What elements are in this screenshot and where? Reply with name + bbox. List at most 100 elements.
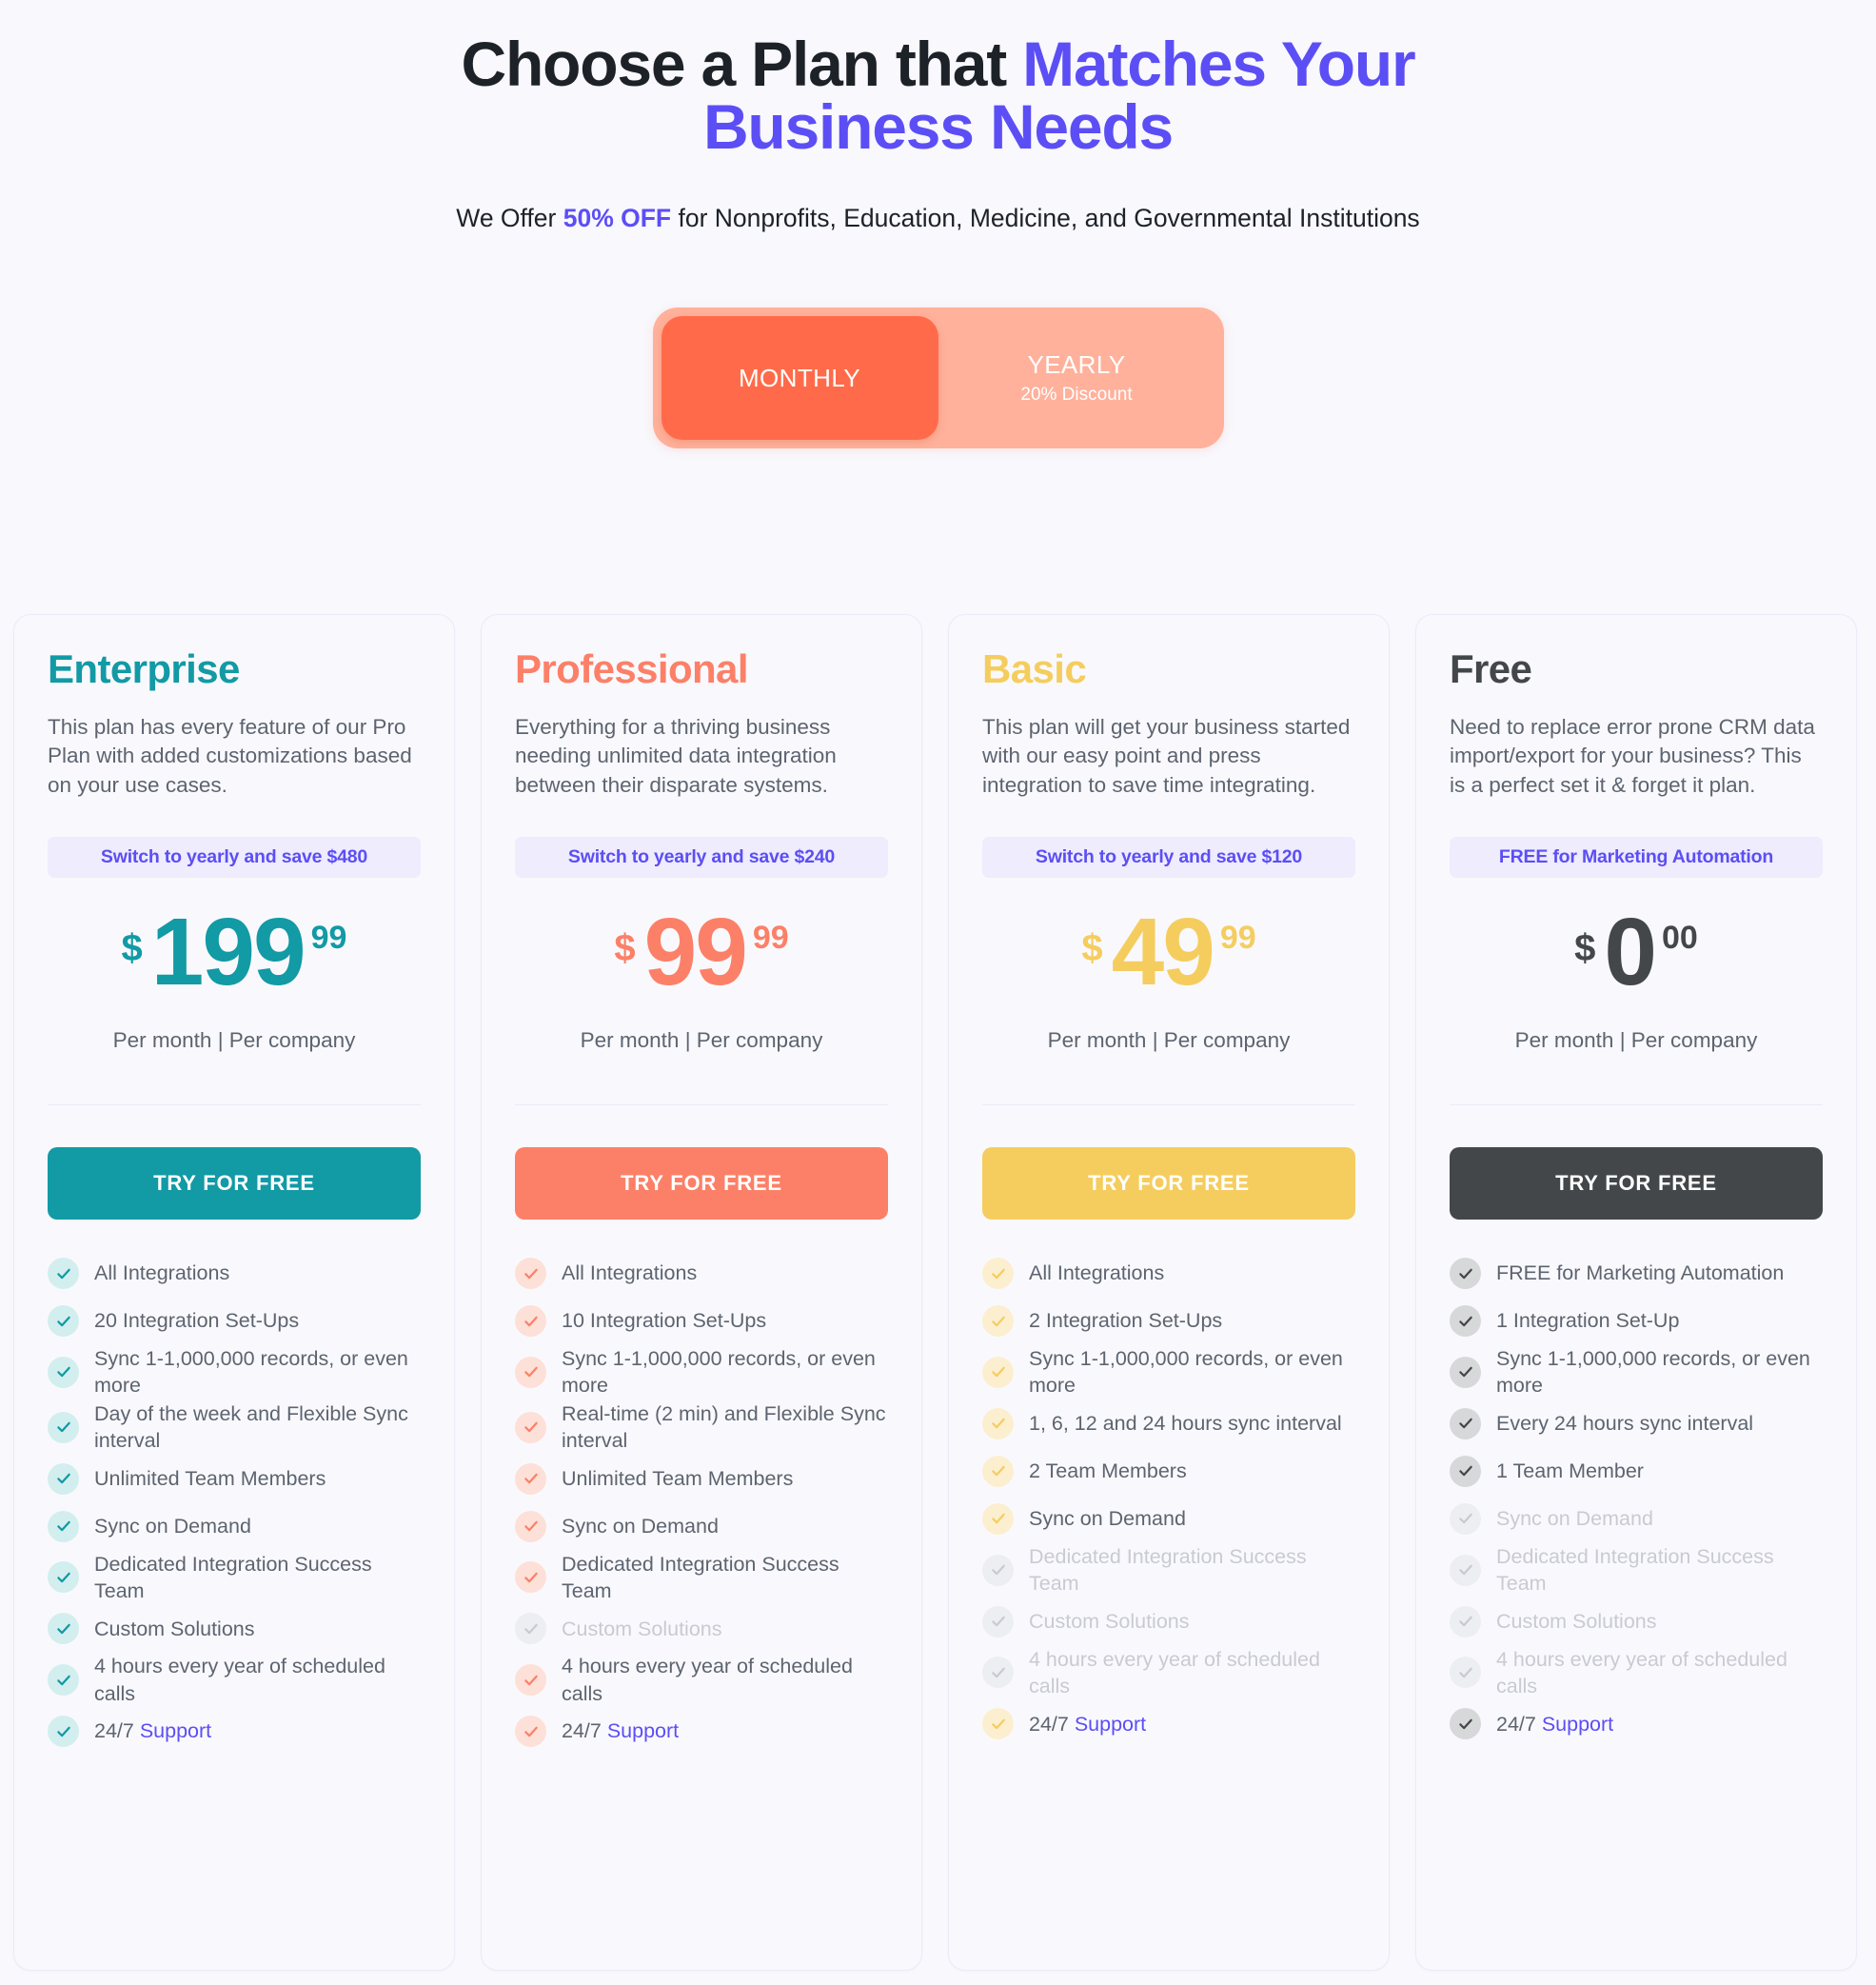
feature-item: Dedicated Integration Success Team: [48, 1551, 421, 1605]
feature-label: Sync 1-1,000,000 records, or even more: [1496, 1347, 1810, 1398]
support-link[interactable]: Support: [1075, 1713, 1146, 1736]
page-title-line-1: Choose a Plan that Matches Your: [0, 32, 1876, 95]
support-link[interactable]: Support: [1542, 1713, 1613, 1736]
feature-label: Sync on Demand: [1029, 1507, 1186, 1531]
pricing-card-grid: Enterprise This plan has every feature o…: [13, 614, 1866, 1971]
feature-text: 24/7 Support: [562, 1717, 679, 1744]
feature-item: Dedicated Integration Success Team: [1450, 1543, 1823, 1598]
feature-label: Sync 1-1,000,000 records, or even more: [1029, 1347, 1343, 1398]
check-icon: [515, 1613, 546, 1645]
billing-toggle-monthly-label: MONTHLY: [739, 363, 860, 392]
feature-item: Custom Solutions: [515, 1605, 888, 1652]
support-link[interactable]: Support: [607, 1719, 679, 1742]
check-icon: [982, 1258, 1014, 1289]
feature-list: FREE for Marketing Automation 1 Integrat…: [1450, 1250, 1823, 1777]
feature-text: 2 Integration Set-Ups: [1029, 1307, 1222, 1334]
feature-text: 4 hours every year of scheduled calls: [1029, 1646, 1355, 1700]
feature-item: 4 hours every year of scheduled calls: [515, 1653, 888, 1707]
feature-label: 24/7: [1496, 1712, 1542, 1736]
check-icon: [515, 1411, 546, 1443]
price-period-note: Per month | Per company: [1047, 1028, 1291, 1052]
feature-label: Unlimited Team Members: [94, 1466, 326, 1490]
billing-toggle-yearly[interactable]: YEARLY 20% Discount: [938, 316, 1215, 440]
check-icon: [982, 1407, 1014, 1439]
feature-label: 1 Team Member: [1496, 1459, 1644, 1483]
feature-text: 24/7 Support: [1496, 1711, 1613, 1737]
feature-label: Custom Solutions: [1496, 1609, 1657, 1633]
feature-item: FREE for Marketing Automation: [1450, 1250, 1823, 1297]
feature-item: Sync on Demand: [515, 1503, 888, 1550]
plan-savings-pill[interactable]: Switch to yearly and save $240: [515, 837, 888, 878]
try-for-free-button[interactable]: TRY FOR FREE: [515, 1147, 888, 1220]
feature-label: Sync 1-1,000,000 records, or even more: [562, 1347, 876, 1398]
check-icon: [1450, 1708, 1481, 1740]
check-icon: [515, 1258, 546, 1289]
check-icon: [515, 1561, 546, 1594]
feature-label: Day of the week and Flexible Sync interv…: [94, 1401, 408, 1453]
price-amount: 0: [1604, 899, 1657, 1005]
feature-item: 2 Team Members: [982, 1448, 1355, 1495]
feature-text: Sync on Demand: [1496, 1505, 1653, 1532]
feature-item: 24/7 Support: [515, 1708, 888, 1755]
feature-text: 1 Integration Set-Up: [1496, 1307, 1679, 1334]
billing-toggle-yearly-label: YEARLY: [1027, 350, 1126, 379]
feature-item: Day of the week and Flexible Sync interv…: [48, 1400, 421, 1455]
feature-label: Sync 1-1,000,000 records, or even more: [94, 1347, 408, 1398]
feature-text: Every 24 hours sync interval: [1496, 1410, 1753, 1437]
feature-item: 1 Team Member: [1450, 1448, 1823, 1495]
discount-badge: 50% OFF: [563, 204, 672, 232]
feature-item: All Integrations: [515, 1250, 888, 1297]
feature-label: 24/7: [94, 1719, 140, 1743]
billing-period-toggle[interactable]: MONTHLY YEARLY 20% Discount: [652, 308, 1224, 448]
try-for-free-button[interactable]: TRY FOR FREE: [48, 1147, 421, 1220]
plan-savings-pill[interactable]: Switch to yearly and save $480: [48, 837, 421, 878]
feature-label: FREE for Marketing Automation: [1496, 1261, 1785, 1285]
price-currency: $: [121, 927, 143, 969]
feature-label: 2 Team Members: [1029, 1459, 1187, 1483]
check-icon: [48, 1613, 79, 1645]
try-for-free-button[interactable]: TRY FOR FREE: [1450, 1147, 1823, 1220]
feature-label: Dedicated Integration Success Team: [1029, 1544, 1307, 1596]
feature-text: 1, 6, 12 and 24 hours sync interval: [1029, 1410, 1342, 1437]
plan-description: Everything for a thriving business needi…: [515, 715, 837, 797]
feature-item: Custom Solutions: [48, 1605, 421, 1652]
check-icon: [1450, 1657, 1481, 1689]
feature-label: Custom Solutions: [94, 1617, 255, 1640]
feature-label: Dedicated Integration Success Team: [562, 1552, 839, 1602]
feature-label: 4 hours every year of scheduled calls: [562, 1655, 853, 1705]
feature-label: All Integrations: [1029, 1261, 1165, 1285]
feature-text: Sync on Demand: [94, 1513, 251, 1539]
pricing-card: Basic This plan will get your business s…: [948, 614, 1390, 1971]
check-icon: [982, 1554, 1014, 1586]
plan-name: Enterprise: [48, 646, 240, 691]
feature-label: 24/7: [562, 1719, 607, 1743]
check-icon: [1450, 1502, 1481, 1535]
support-link[interactable]: Support: [140, 1719, 211, 1742]
price-currency: $: [614, 927, 636, 969]
price-period-note: Per month | Per company: [1514, 1028, 1758, 1052]
check-icon: [515, 1462, 546, 1495]
feature-label: 10 Integration Set-Ups: [562, 1309, 767, 1333]
billing-toggle-yearly-discount: 20% Discount: [1020, 385, 1133, 405]
price-cents: 99: [1219, 920, 1256, 956]
page-title-accent-1: Matches Your: [1022, 29, 1415, 99]
feature-label: Sync on Demand: [562, 1514, 719, 1538]
price-period-note: Per month | Per company: [112, 1028, 356, 1052]
price-amount: 49: [1111, 899, 1215, 1005]
check-icon: [1450, 1258, 1481, 1289]
feature-item: 1 Integration Set-Up: [1450, 1298, 1823, 1344]
feature-item: 10 Integration Set-Ups: [515, 1298, 888, 1344]
try-for-free-button[interactable]: TRY FOR FREE: [982, 1147, 1355, 1220]
feature-label: Sync on Demand: [94, 1514, 251, 1538]
feature-item: Sync 1-1,000,000 records, or even more: [48, 1345, 421, 1399]
billing-toggle-monthly[interactable]: MONTHLY: [661, 316, 938, 440]
check-icon: [982, 1502, 1014, 1535]
card-divider: [515, 1104, 888, 1105]
check-icon: [515, 1356, 546, 1388]
plan-savings-pill[interactable]: FREE for Marketing Automation: [1450, 837, 1823, 878]
price-cents: 99: [752, 920, 789, 956]
feature-text: Sync on Demand: [1029, 1505, 1186, 1532]
feature-text: 20 Integration Set-Ups: [94, 1307, 299, 1334]
feature-item: Custom Solutions: [982, 1598, 1355, 1645]
plan-savings-pill[interactable]: Switch to yearly and save $120: [982, 837, 1355, 878]
